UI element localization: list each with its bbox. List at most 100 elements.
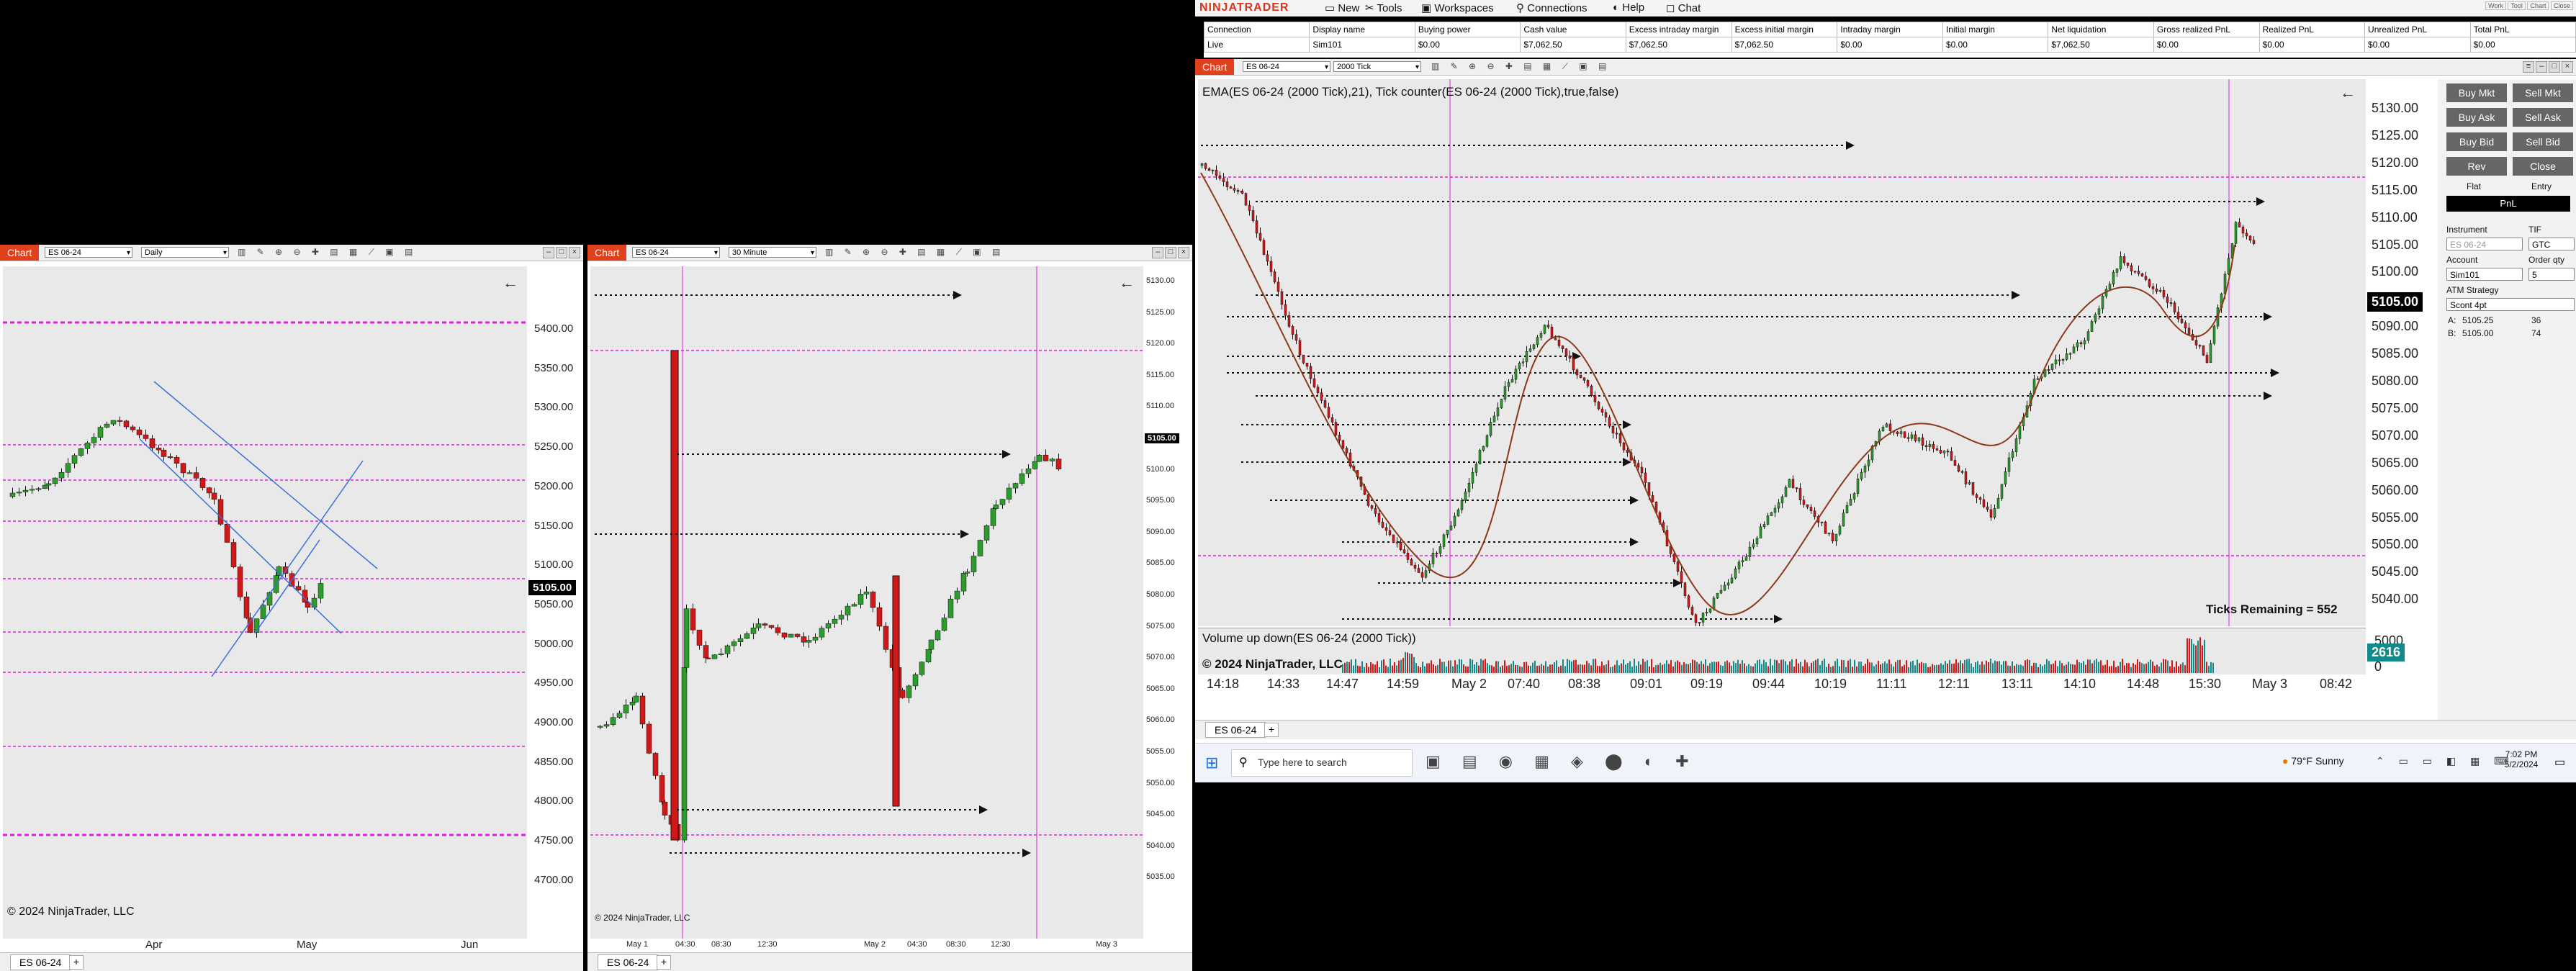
chart1-toolbar-icons[interactable]: ▥ ✎ ⊕ ⊖ ✚ ▤ ▦ ⟋ ▣ ▤ <box>238 247 417 258</box>
mini-close-button[interactable]: Close <box>2550 1 2573 10</box>
chart1-tab[interactable]: ES 06-24 <box>10 954 71 970</box>
close-button[interactable]: Close <box>2513 157 2573 176</box>
chart1-x-axis[interactable]: Apr May Jun <box>3 939 527 953</box>
windows-start-icon[interactable]: ⊞ <box>1205 754 1218 772</box>
chart2-price-panel[interactable]: ← © 2024 NinjaTrader, LLC <box>590 266 1143 939</box>
account-col-header[interactable]: Initial margin <box>1942 22 2049 37</box>
taskbar-clock[interactable]: 7:02 PM 5/2/2024 <box>2500 749 2543 769</box>
account-col-header[interactable]: Unrealized PnL <box>2364 22 2471 37</box>
atm-strategy-select[interactable]: Scont 4pt <box>2446 298 2575 311</box>
chart3-y-axis[interactable]: 5130.00 5125.00 5120.00 5115.00 5110.00 5105.… <box>2366 79 2438 626</box>
mini-work-button[interactable]: Work <box>2485 1 2506 10</box>
tick-candle <box>1384 527 1388 531</box>
maximize-icon[interactable]: □ <box>556 247 567 258</box>
chart2-x-axis[interactable]: May 1 04:30 08:30 12:30 May 2 04:30 08:30 12:30… <box>590 940 1143 953</box>
volume-bar <box>1549 664 1551 673</box>
system-tray-icons[interactable]: ⌃ ▭ ▭ ◧ ▦ ⌨ <box>2376 755 2514 767</box>
back-arrow-icon[interactable]: ← <box>503 274 518 292</box>
chart1-price-panel[interactable]: ← © 2024 NinjaTrader, LLC <box>3 266 527 939</box>
buy-ask-button[interactable]: Buy Ask <box>2446 108 2507 127</box>
account-col-header[interactable]: Excess initial margin <box>1731 22 1838 37</box>
taskbar-search[interactable]: ⚲ Type here to search <box>1231 749 1413 777</box>
taskbar-app-icons[interactable]: ▣ ▤ ◉ ▦ ◈ ⬤ ◐ ✚ <box>1426 752 1698 771</box>
menu-help[interactable]: ◐ Help <box>1613 1 1644 14</box>
volume-bar <box>1824 659 1825 673</box>
weather-widget[interactable]: ● 79°F Sunny <box>2282 755 2344 767</box>
chart3-tab[interactable]: ES 06-24 <box>1205 722 1266 738</box>
maximize-icon[interactable]: □ <box>1165 247 1176 258</box>
chart3-x-axis[interactable]: 14:18 14:33 14:47 14:59 May 2 07:40 08:38 09:01… <box>1198 677 2366 695</box>
tools-icon: ✂ <box>1365 2 1377 14</box>
account-col-header[interactable]: Total PnL <box>2469 22 2576 37</box>
buy-bid-button[interactable]: Buy Bid <box>2446 132 2507 151</box>
minimize-icon[interactable]: – <box>1152 247 1163 258</box>
volume-bar <box>1774 659 1775 673</box>
add-tab-icon[interactable]: + <box>1264 723 1279 737</box>
instrument-select[interactable]: ES 06-24 <box>2446 238 2523 250</box>
tick-candle <box>1953 460 1957 466</box>
mini-tool-button[interactable]: Tool <box>2508 1 2526 10</box>
menu-connections[interactable]: ⚲ Connections <box>1516 1 1588 14</box>
mini-chart-button[interactable]: Chart <box>2527 1 2549 10</box>
chart2-y-axis[interactable]: 5130.00 5125.00 5120.00 5115.00 5110.00 5105.… <box>1143 266 1192 939</box>
mini-window-buttons[interactable]: Work Tool Chart Close <box>2485 1 2573 10</box>
sell-bid-button[interactable]: Sell Bid <box>2513 132 2573 151</box>
back-arrow-icon[interactable]: ← <box>1119 274 1135 292</box>
chart1-interval-select[interactable]: Daily <box>141 247 229 258</box>
chart3-toolbar-icons[interactable]: ▥ ✎ ⊕ ⊖ ✚ ▤ ▦ ⟋ ▣ ▤ <box>1431 61 1611 72</box>
account-col-header[interactable]: Gross realized PnL <box>2153 22 2260 37</box>
chart2-window-buttons[interactable]: – □ × <box>1150 247 1189 258</box>
account-col-header[interactable]: Realized PnL <box>2258 22 2366 37</box>
chart3-volume-panel[interactable]: Volume up down(ES 06-24 (2000 Tick)) © 2… <box>1198 628 2366 674</box>
back-arrow-icon[interactable]: ← <box>2340 83 2356 102</box>
chart2-tag[interactable]: Chart <box>587 245 627 261</box>
account-col-header[interactable]: Intraday margin <box>1837 22 1943 37</box>
chart3-volume-axis[interactable]: 5000 2616 0 <box>2366 628 2438 674</box>
accounts-data-row[interactable]: Live Sim101 $0.00 $7,062.50 $7,062.50 $7,062.… <box>1203 37 2576 53</box>
account-col-header[interactable]: Buying power <box>1414 22 1521 37</box>
chart1-window-buttons[interactable]: – □ × <box>541 247 580 258</box>
chart1-y-axis[interactable]: 5400.00 5350.00 5300.00 5250.00 5200.00 5150.… <box>527 266 583 939</box>
chart2-interval-select[interactable]: 30 Minute <box>729 247 816 258</box>
chart3-price-panel[interactable]: EMA(ES 06-24 (2000 Tick),21), Tick count… <box>1198 79 2366 626</box>
account-select[interactable]: Sim101 <box>2446 268 2523 281</box>
account-col-header[interactable]: Cash value <box>1520 22 1626 37</box>
sell-ask-button[interactable]: Sell Ask <box>2513 108 2573 127</box>
chart3-instrument-select[interactable]: ES 06-24 <box>1243 61 1330 73</box>
volume-bar <box>1506 666 1508 673</box>
close-icon[interactable]: × <box>569 247 580 258</box>
menu-workspaces[interactable]: ▣ Workspaces <box>1421 1 1494 14</box>
volume-bar <box>1899 659 1901 673</box>
minimize-icon[interactable]: – <box>543 247 554 258</box>
buy-mkt-button[interactable]: Buy Mkt <box>2446 83 2507 102</box>
menu-icon[interactable]: ≡ <box>2523 61 2534 73</box>
tick-candle <box>1464 492 1467 501</box>
menu-chat[interactable]: ◻ Chat <box>1666 1 1701 14</box>
chart1-tag[interactable]: Chart <box>0 245 40 261</box>
minimize-icon[interactable]: – <box>2536 61 2547 73</box>
menu-tools[interactable]: ✂ Tools <box>1365 1 1402 14</box>
add-tab-icon[interactable]: + <box>69 955 84 970</box>
sell-mkt-button[interactable]: Sell Mkt <box>2513 83 2573 102</box>
chart2-instrument-select[interactable]: ES 06-24 <box>632 247 720 258</box>
tif-select[interactable]: GTC <box>2528 238 2575 250</box>
order-qty-input[interactable]: 5 <box>2528 268 2575 281</box>
chart1-instrument-select[interactable]: ES 06-24 <box>45 247 132 258</box>
chart3-interval-select[interactable]: 2000 Tick <box>1333 61 1421 73</box>
close-icon[interactable]: × <box>1178 247 1189 258</box>
chart2-toolbar-icons[interactable]: ▥ ✎ ⊕ ⊖ ✚ ▤ ▦ ⟋ ▣ ▤ <box>825 247 1004 258</box>
chart3-tag[interactable]: Chart <box>1195 59 1235 75</box>
add-tab-icon[interactable]: + <box>657 955 671 970</box>
account-col-header[interactable]: Excess intraday margin <box>1625 22 1732 37</box>
close-icon[interactable]: × <box>2562 61 2573 73</box>
volume-bar <box>1662 664 1663 673</box>
account-col-header[interactable]: Display name <box>1309 22 1415 37</box>
account-col-header[interactable]: Connection <box>1203 22 1310 37</box>
rev-button[interactable]: Rev <box>2446 157 2507 176</box>
account-col-header[interactable]: Net liquidation <box>2048 22 2154 37</box>
chart2-tab[interactable]: ES 06-24 <box>598 954 659 970</box>
notifications-icon[interactable]: ▭ <box>2554 755 2565 769</box>
chart3-window-buttons[interactable]: ≡ – □ × <box>2521 61 2573 73</box>
maximize-icon[interactable]: □ <box>2549 61 2560 73</box>
menu-new[interactable]: ▭ New <box>1325 1 1359 14</box>
